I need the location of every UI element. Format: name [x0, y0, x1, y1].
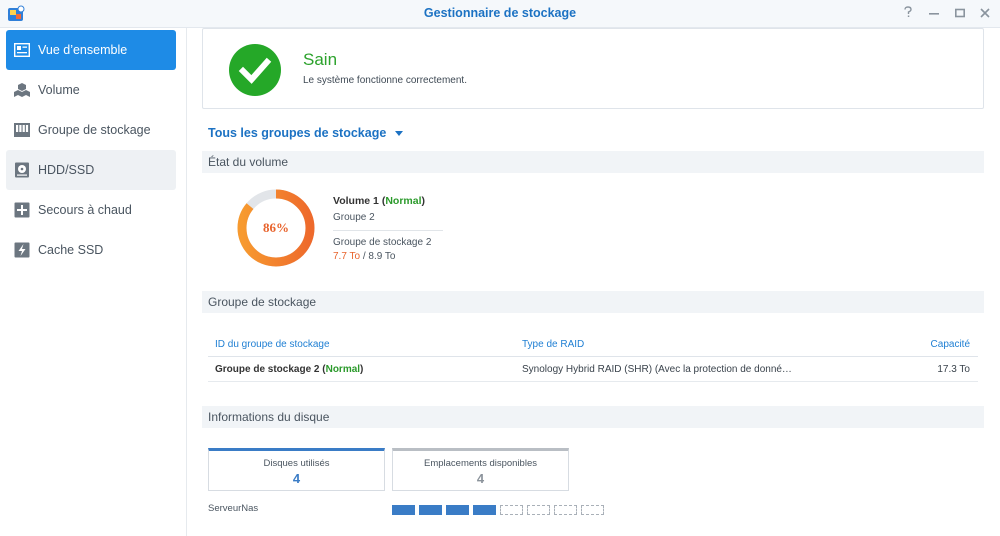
available-slots-box: Emplacements disponibles 4 [392, 448, 569, 491]
health-status-title: Sain [303, 50, 338, 69]
volume-name-text: Volume 1 [333, 195, 379, 207]
maximize-icon[interactable] [950, 4, 970, 24]
disk-slot-occupied[interactable] [392, 505, 415, 515]
disk-slot-empty[interactable] [527, 505, 550, 515]
disk-slot-occupied[interactable] [419, 505, 442, 515]
table-row[interactable]: Groupe de stockage 2 (Normal) Synology H… [208, 358, 978, 382]
close-icon[interactable] [975, 4, 995, 24]
check-icon [238, 57, 272, 84]
sidebar-item-hot-spare[interactable]: Secours à chaud [6, 190, 176, 230]
volume-used: 7.7 To [333, 251, 361, 262]
server-name: ServeurNas [208, 503, 259, 514]
sidebar-item-label: HDD/SSD [38, 163, 95, 177]
disk-slot-empty[interactable] [554, 505, 577, 515]
volume-status-header: État du volume [202, 151, 984, 173]
window-title: Gestionnaire de stockage [423, 6, 577, 20]
pool-status-text: Normal [325, 364, 361, 375]
volume-pool: Groupe de stockage 2 [333, 237, 432, 248]
health-status-card: Sain Le système fonctionne correctement. [202, 28, 984, 109]
divider [333, 230, 443, 231]
volume-usage-percent: 86% [263, 220, 289, 235]
sidebar-item-label: Secours à chaud [38, 203, 132, 217]
sidebar-item-ssd-cache[interactable]: Cache SSD [6, 230, 176, 270]
help-icon[interactable] [898, 4, 918, 24]
storage-pool-icon [14, 122, 30, 138]
volume-status-text: Normal [385, 195, 422, 207]
minimize-icon[interactable] [924, 4, 944, 24]
main-panel: Sain Le système fonctionne correctement.… [188, 28, 1000, 536]
available-slots-label: Emplacements disponibles [423, 458, 537, 469]
used-disks-box: Disques utilisés 4 [208, 448, 385, 491]
sidebar-item-storage-pool[interactable]: Groupe de stockage [6, 110, 176, 150]
column-header-pool-id[interactable]: ID du groupe de stockage [215, 339, 330, 350]
storage-pool-header: Groupe de stockage [202, 291, 984, 313]
volume-group: Groupe 2 [333, 212, 375, 223]
sidebar-item-overview[interactable]: Vue d’ensemble [6, 30, 176, 70]
capacity-cell: 17.3 To [937, 364, 970, 375]
used-disks-count: 4 [292, 471, 301, 486]
volume-total: 8.9 To [368, 251, 396, 262]
disk-slot-empty[interactable] [500, 505, 523, 515]
volume-capacity: 7.7 To / 8.9 To [333, 251, 395, 262]
title-bar: Gestionnaire de stockage [0, 0, 1000, 28]
sidebar-item-volume[interactable]: Volume [6, 70, 176, 110]
pool-id-text: Groupe de stockage 2 [215, 364, 320, 375]
column-header-capacity[interactable]: Capacité [931, 339, 970, 350]
volume-name[interactable]: Volume 1 (Normal) [333, 195, 425, 207]
raid-type-cell: Synology Hybrid RAID (SHR) (Avec la prot… [522, 364, 792, 375]
storage-pool-filter-label: Tous les groupes de stockage [208, 126, 387, 140]
sidebar-item-label: Cache SSD [38, 243, 104, 257]
disk-slot-occupied[interactable] [446, 505, 469, 515]
available-slots-count: 4 [476, 471, 485, 486]
hdd-icon [14, 162, 30, 178]
hot-spare-icon [14, 202, 30, 218]
sidebar-item-label: Vue d’ensemble [38, 43, 128, 57]
sidebar-item-label: Volume [38, 83, 80, 97]
ssd-cache-icon [14, 242, 30, 258]
overview-icon [14, 42, 30, 58]
disk-slot-occupied[interactable] [473, 505, 496, 515]
used-disks-label: Disques utilisés [263, 458, 330, 469]
storage-pool-table-header: ID du groupe de stockage Type de RAID Ca… [208, 333, 978, 357]
chevron-down-icon [395, 130, 404, 136]
pool-id-cell: Groupe de stockage 2 (Normal) [215, 364, 364, 375]
sidebar-item-label: Groupe de stockage [38, 123, 151, 137]
column-header-raid-type[interactable]: Type de RAID [522, 339, 584, 350]
sidebar: Vue d’ensemble Volume Groupe de stockage… [0, 28, 187, 536]
disk-info-header: Informations du disque [202, 406, 984, 428]
sidebar-item-hdd-ssd[interactable]: HDD/SSD [6, 150, 176, 190]
health-status-indicator [229, 44, 281, 96]
volume-icon [14, 82, 30, 98]
health-status-description: Le système fonctionne correctement. [303, 75, 467, 86]
disk-slot-empty[interactable] [581, 505, 604, 515]
storage-pool-filter-dropdown[interactable]: Tous les groupes de stockage [208, 126, 404, 140]
